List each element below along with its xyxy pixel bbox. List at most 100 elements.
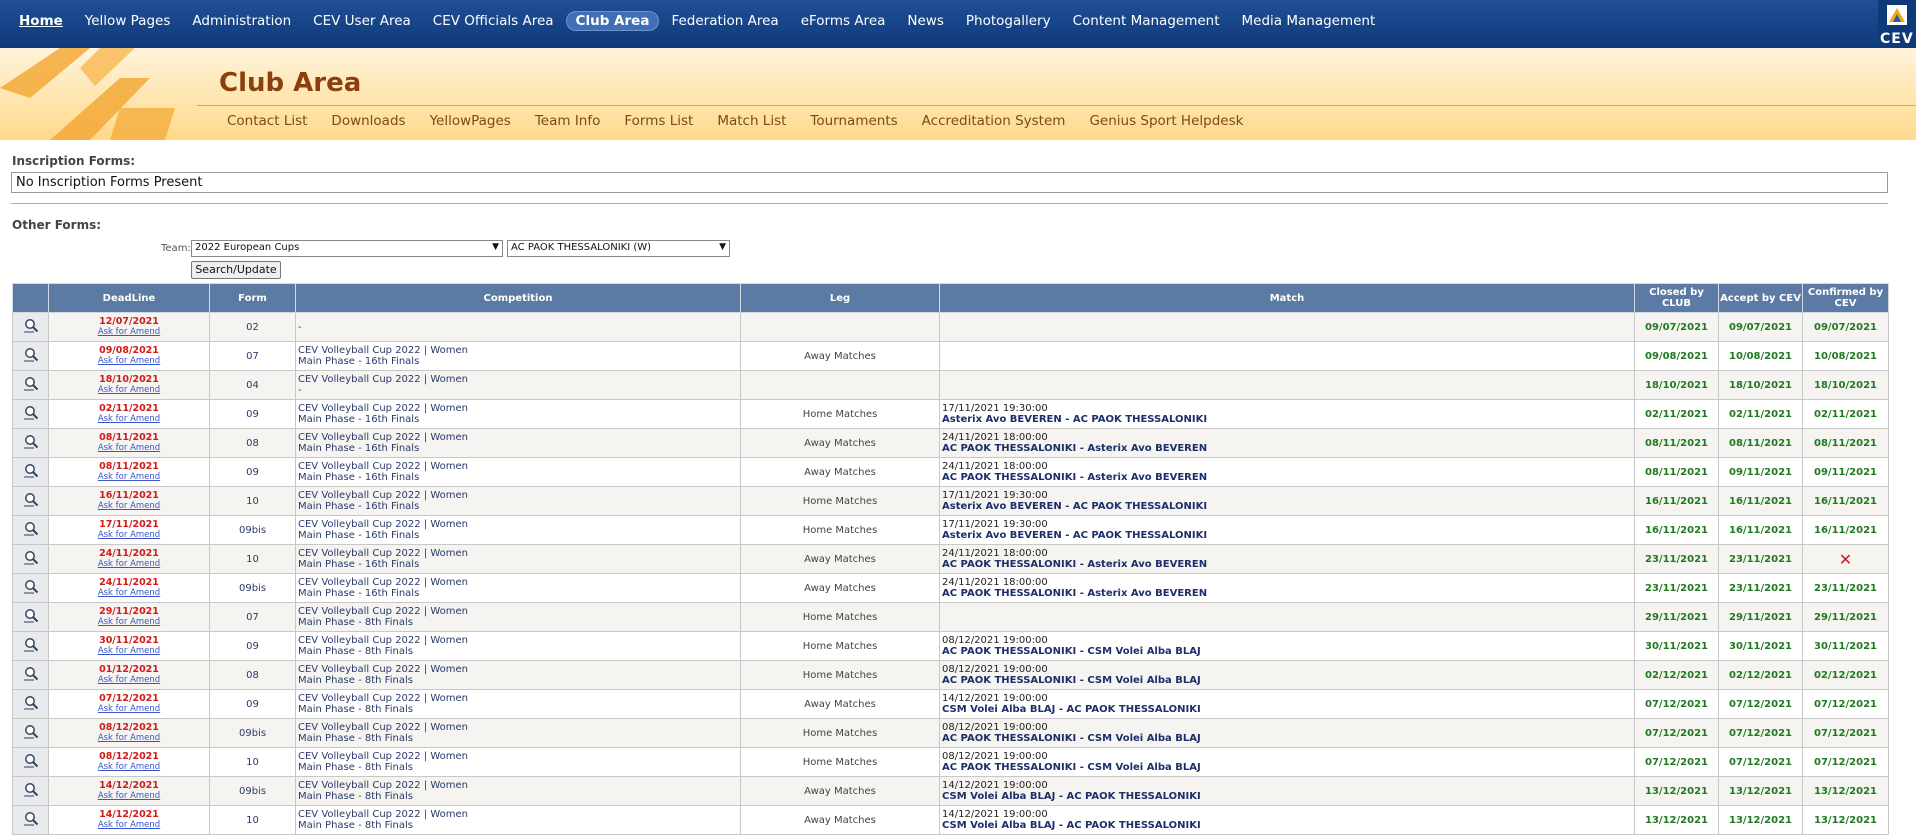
- ask-for-amend-link[interactable]: Ask for Amend: [49, 733, 209, 743]
- competition-phase: Main Phase - 16th Finals: [298, 588, 420, 599]
- match-cell: [939, 602, 1635, 632]
- ask-for-amend-link[interactable]: Ask for Amend: [49, 530, 209, 540]
- closed-by-club-date: 07/12/2021: [1634, 718, 1719, 748]
- ask-for-amend-link[interactable]: Ask for Amend: [49, 704, 209, 714]
- subnav-item-contact-list[interactable]: Contact List: [227, 113, 307, 129]
- view-form-cell[interactable]: [12, 805, 49, 835]
- search-update-button[interactable]: Search/Update: [191, 261, 281, 279]
- view-form-cell[interactable]: [12, 515, 49, 545]
- table-row: 08/12/2021 Ask for Amend 09bis CEV Volleyba…: [12, 718, 1889, 748]
- confirmed-by-cev-cell: 13/12/2021: [1802, 776, 1889, 806]
- subnav-item-match-list[interactable]: Match List: [717, 113, 786, 129]
- form-number: 10: [209, 486, 296, 516]
- match-datetime: 14/12/2021 19:00:00: [942, 809, 1048, 820]
- view-form-cell[interactable]: [12, 747, 49, 777]
- leg-cell: Away Matches: [740, 544, 940, 574]
- ask-for-amend-link[interactable]: Ask for Amend: [49, 646, 209, 656]
- view-form-cell[interactable]: [12, 776, 49, 806]
- nav-item-yellow-pages[interactable]: Yellow Pages: [75, 11, 181, 31]
- subnav-item-accreditation-system[interactable]: Accreditation System: [922, 113, 1066, 129]
- ask-for-amend-link[interactable]: Ask for Amend: [49, 588, 209, 598]
- ask-for-amend-link[interactable]: Ask for Amend: [49, 791, 209, 801]
- ask-for-amend-link[interactable]: Ask for Amend: [49, 559, 209, 569]
- cev-logo[interactable]: CEV: [1878, 0, 1916, 48]
- view-form-cell[interactable]: [12, 428, 49, 458]
- nav-item-administration[interactable]: Administration: [182, 11, 301, 31]
- confirmed-by-cev-cell: 29/11/2021: [1802, 602, 1889, 632]
- nav-item-cev-user-area[interactable]: CEV User Area: [303, 11, 421, 31]
- season-select[interactable]: 2022 European Cups ▼: [191, 240, 503, 257]
- ask-for-amend-link[interactable]: Ask for Amend: [49, 385, 209, 395]
- deadline-date: 30/11/2021: [99, 635, 159, 646]
- season-select-value: 2022 European Cups: [195, 242, 300, 253]
- view-form-cell[interactable]: [12, 341, 49, 371]
- subnav-item-tournaments[interactable]: Tournaments: [810, 113, 897, 129]
- ask-for-amend-link[interactable]: Ask for Amend: [49, 472, 209, 482]
- form-number: 10: [209, 544, 296, 574]
- table-row: 08/12/2021 Ask for Amend 10 CEV Volleyball …: [12, 747, 1889, 777]
- competition-cell: CEV Volleyball Cup 2022 | Women Main Phas…: [295, 747, 741, 777]
- deadline-cell: 02/11/2021 Ask for Amend: [48, 399, 210, 429]
- competition-phase: Main Phase - 8th Finals: [298, 820, 413, 831]
- deadline-cell: 08/11/2021 Ask for Amend: [48, 428, 210, 458]
- competition-name: -: [298, 321, 302, 333]
- table-row: 02/11/2021 Ask for Amend 09 CEV Volleyball …: [12, 399, 1889, 429]
- nav-item-media-management[interactable]: Media Management: [1232, 11, 1386, 31]
- subnav-item-yellowpages[interactable]: YellowPages: [430, 113, 511, 129]
- subnav-item-team-info[interactable]: Team Info: [535, 113, 601, 129]
- ask-for-amend-link[interactable]: Ask for Amend: [49, 617, 209, 627]
- view-form-cell[interactable]: [12, 602, 49, 632]
- ask-for-amend-link[interactable]: Ask for Amend: [49, 675, 209, 685]
- match-teams: AC PAOK THESSALONIKI - CSM Volei Alba BL…: [942, 675, 1201, 686]
- nav-item-eforms-area[interactable]: eForms Area: [791, 11, 896, 31]
- magnifier-icon: [23, 579, 38, 594]
- competition-name: CEV Volleyball Cup 2022 | Women: [298, 432, 469, 443]
- nav-item-content-management[interactable]: Content Management: [1063, 11, 1230, 31]
- ask-for-amend-link[interactable]: Ask for Amend: [49, 501, 209, 511]
- view-form-cell[interactable]: [12, 718, 49, 748]
- form-number: 09bis: [209, 718, 296, 748]
- ask-for-amend-link[interactable]: Ask for Amend: [49, 820, 209, 830]
- deadline-date: 24/11/2021: [99, 577, 159, 588]
- view-form-cell[interactable]: [12, 312, 49, 342]
- nav-item-home[interactable]: Home: [9, 11, 73, 31]
- ask-for-amend-link[interactable]: Ask for Amend: [49, 414, 209, 424]
- confirmed-by-cev-cell: 10/08/2021: [1802, 341, 1889, 371]
- view-form-cell[interactable]: [12, 544, 49, 574]
- view-form-cell[interactable]: [12, 486, 49, 516]
- table-row: 16/11/2021 Ask for Amend 10 CEV Volleyball …: [12, 486, 1889, 516]
- nav-item-photogallery[interactable]: Photogallery: [956, 11, 1061, 31]
- subnav-item-forms-list[interactable]: Forms List: [624, 113, 693, 129]
- leg-cell: Away Matches: [740, 776, 940, 806]
- ask-for-amend-link[interactable]: Ask for Amend: [49, 762, 209, 772]
- competition-cell: CEV Volleyball Cup 2022 | Women Main Phas…: [295, 544, 741, 574]
- leg-cell: Home Matches: [740, 718, 940, 748]
- subnav-item-downloads[interactable]: Downloads: [331, 113, 405, 129]
- ask-for-amend-link[interactable]: Ask for Amend: [49, 327, 209, 337]
- view-form-cell[interactable]: [12, 660, 49, 690]
- view-form-cell[interactable]: [12, 689, 49, 719]
- subnav-item-genius-sport-helpdesk[interactable]: Genius Sport Helpdesk: [1089, 113, 1243, 129]
- confirmed-by-cev-cell: 13/12/2021: [1802, 805, 1889, 835]
- ask-for-amend-link[interactable]: Ask for Amend: [49, 443, 209, 453]
- form-number: 02: [209, 312, 296, 342]
- ask-for-amend-link[interactable]: Ask for Amend: [49, 356, 209, 366]
- deadline-cell: 14/12/2021 Ask for Amend: [48, 805, 210, 835]
- nav-item-news[interactable]: News: [897, 11, 953, 31]
- competition-cell: CEV Volleyball Cup 2022 | Women Main Phas…: [295, 776, 741, 806]
- view-form-cell[interactable]: [12, 370, 49, 400]
- nav-item-club-area[interactable]: Club Area: [565, 11, 660, 31]
- nav-item-cev-officials-area[interactable]: CEV Officials Area: [423, 11, 564, 31]
- view-form-cell[interactable]: [12, 631, 49, 661]
- match-datetime: 14/12/2021 19:00:00: [942, 780, 1048, 791]
- magnifier-icon: [23, 782, 38, 797]
- view-form-cell[interactable]: [12, 573, 49, 603]
- header-accept-by-cev: Accept by CEV: [1718, 283, 1803, 313]
- nav-item-federation-area[interactable]: Federation Area: [661, 11, 788, 31]
- view-form-cell[interactable]: [12, 457, 49, 487]
- leg-cell: Away Matches: [740, 428, 940, 458]
- view-form-cell[interactable]: [12, 399, 49, 429]
- accept-by-cev-date: 07/12/2021: [1718, 747, 1803, 777]
- team-select[interactable]: AC PAOK THESSALONIKI (W) ▼: [507, 240, 730, 257]
- accept-by-cev-date: 13/12/2021: [1718, 776, 1803, 806]
